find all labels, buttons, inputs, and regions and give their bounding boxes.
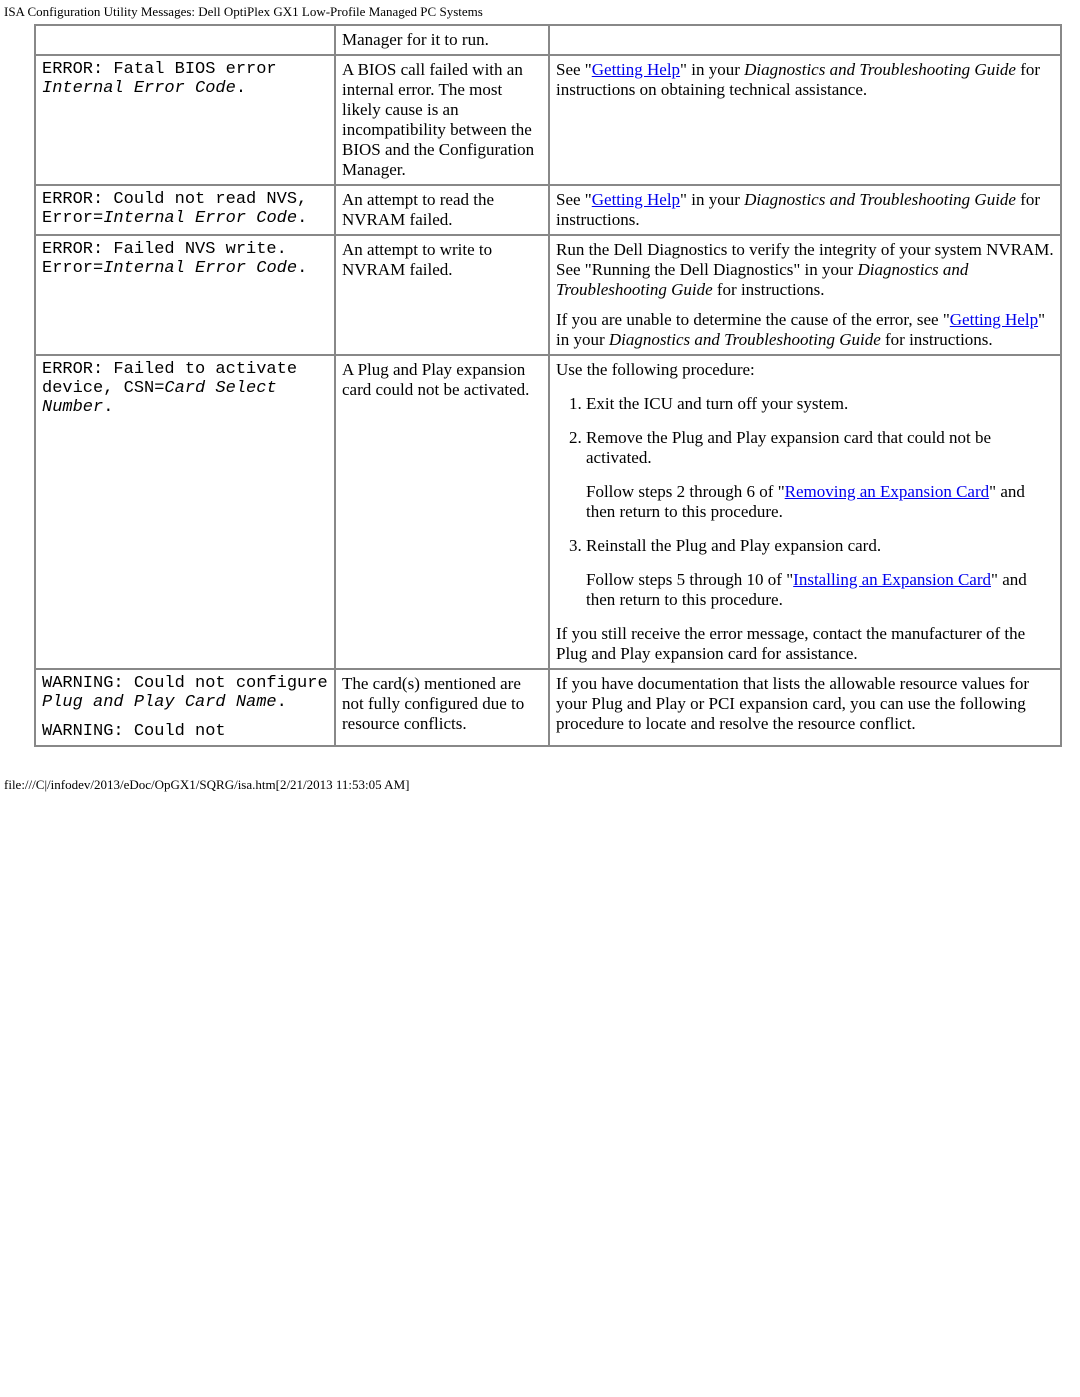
- action-cell: Run the Dell Diagnostics to verify the i…: [549, 235, 1061, 355]
- table-row: WARNING: Could not configure Plug and Pl…: [35, 669, 1061, 746]
- procedure-outro: If you still receive the error message, …: [556, 624, 1054, 664]
- list-item: Remove the Plug and Play expansion card …: [586, 428, 1054, 522]
- cause-cell: A Plug and Play expansion card could not…: [335, 355, 549, 669]
- message-cell: ERROR: Failed NVS write. Error=Internal …: [35, 235, 335, 355]
- message-cell: ERROR: Could not read NVS, Error=Interna…: [35, 185, 335, 235]
- cause-cell: An attempt to read the NVRAM failed.: [335, 185, 549, 235]
- getting-help-link[interactable]: Getting Help: [950, 310, 1038, 329]
- cause-cell: An attempt to write to NVRAM failed.: [335, 235, 549, 355]
- installing-expansion-card-link[interactable]: Installing an Expansion Card: [793, 570, 991, 589]
- table-row: Manager for it to run.: [35, 25, 1061, 55]
- procedure-intro: Use the following procedure:: [556, 360, 1054, 380]
- removing-expansion-card-link[interactable]: Removing an Expansion Card: [785, 482, 989, 501]
- cause-cell: The card(s) mentioned are not fully conf…: [335, 669, 549, 746]
- list-item: Exit the ICU and turn off your system.: [586, 394, 1054, 414]
- table-row: ERROR: Failed to activate device, CSN=Ca…: [35, 355, 1061, 669]
- action-cell: See "Getting Help" in your Diagnostics a…: [549, 185, 1061, 235]
- table-row: ERROR: Failed NVS write. Error=Internal …: [35, 235, 1061, 355]
- cause-cell: Manager for it to run.: [335, 25, 549, 55]
- messages-table: Manager for it to run. ERROR: Fatal BIOS…: [34, 24, 1062, 747]
- list-item: Reinstall the Plug and Play expansion ca…: [586, 536, 1054, 610]
- page-header-title: ISA Configuration Utility Messages: Dell…: [4, 4, 1076, 20]
- message-cell: WARNING: Could not configure Plug and Pl…: [35, 669, 335, 746]
- action-cell: Use the following procedure: Exit the IC…: [549, 355, 1061, 669]
- getting-help-link[interactable]: Getting Help: [592, 190, 680, 209]
- procedure-list: Exit the ICU and turn off your system. R…: [556, 394, 1054, 610]
- page-footer-path: file:///C|/infodev/2013/eDoc/OpGX1/SQRG/…: [4, 777, 1076, 793]
- main-content: Manager for it to run. ERROR: Fatal BIOS…: [34, 24, 1062, 747]
- table-row: ERROR: Could not read NVS, Error=Interna…: [35, 185, 1061, 235]
- message-cell: ERROR: Fatal BIOS error Internal Error C…: [35, 55, 335, 185]
- cause-cell: A BIOS call failed with an internal erro…: [335, 55, 549, 185]
- action-cell: See "Getting Help" in your Diagnostics a…: [549, 55, 1061, 185]
- getting-help-link[interactable]: Getting Help: [592, 60, 680, 79]
- table-row: ERROR: Fatal BIOS error Internal Error C…: [35, 55, 1061, 185]
- message-cell: ERROR: Failed to activate device, CSN=Ca…: [35, 355, 335, 669]
- action-cell: If you have documentation that lists the…: [549, 669, 1061, 746]
